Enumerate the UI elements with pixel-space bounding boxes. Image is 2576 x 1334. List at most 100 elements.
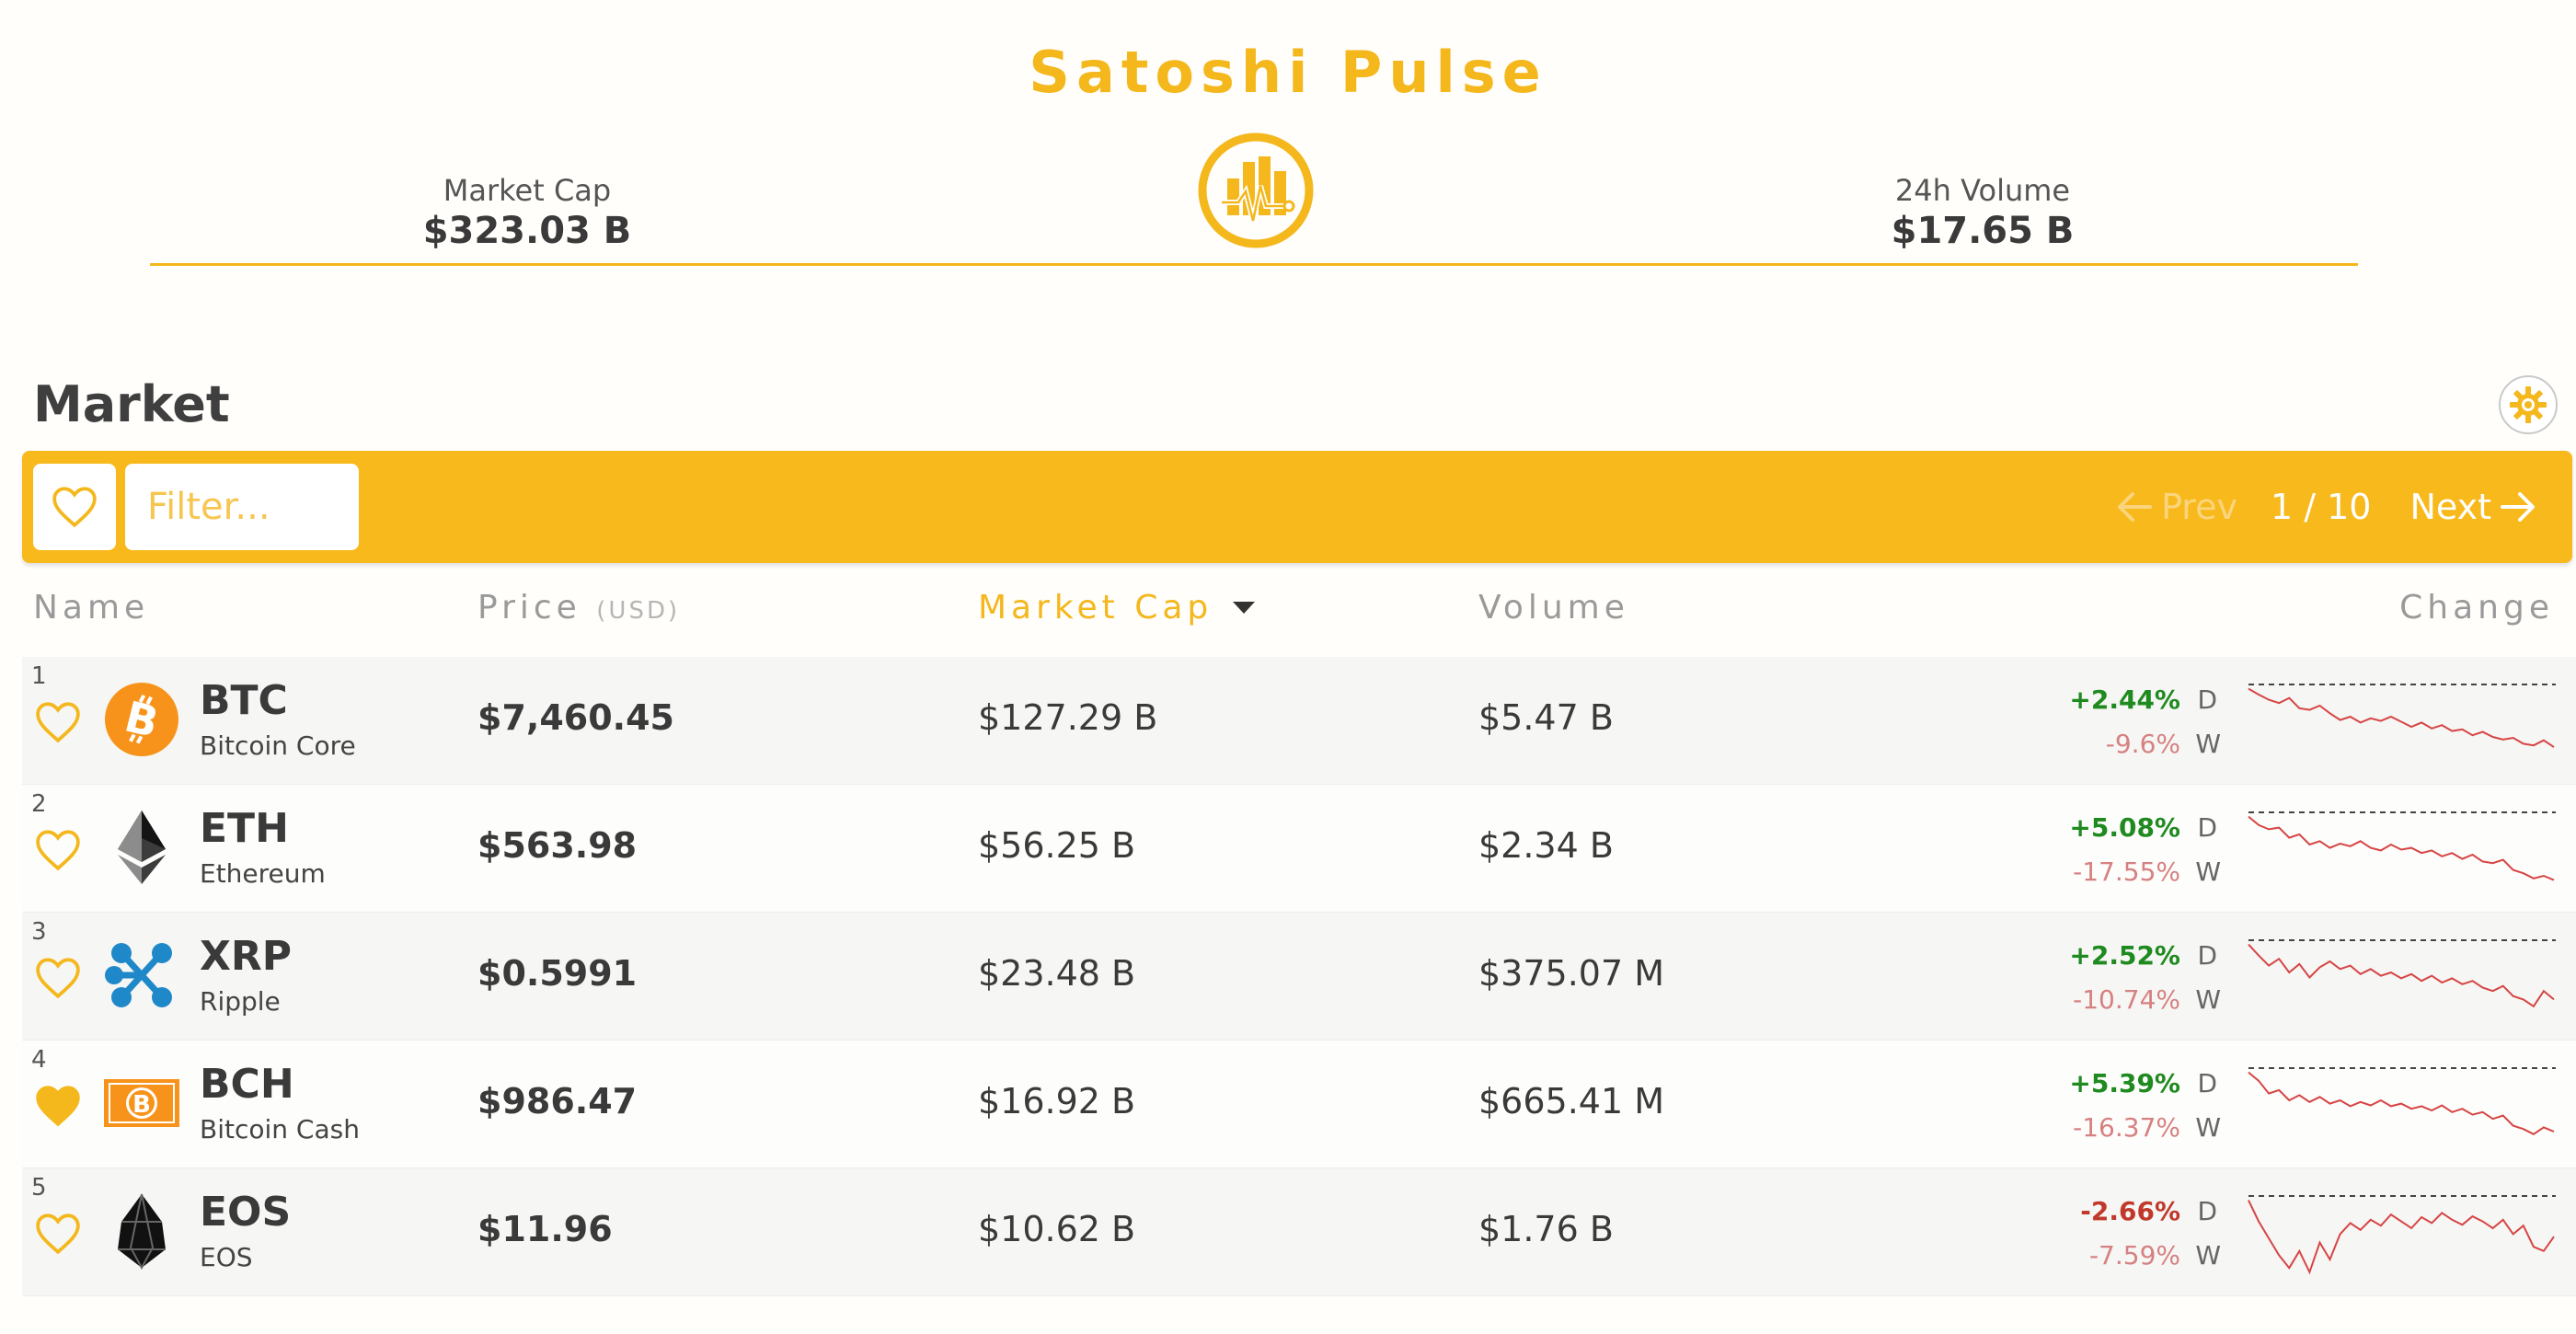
sparkline-series bbox=[2248, 1200, 2555, 1275]
svg-text:B: B bbox=[132, 1091, 151, 1119]
coin-price: $563.98 bbox=[477, 825, 638, 866]
change-week: -7.59% bbox=[2088, 1240, 2180, 1271]
arrow-right-icon bbox=[2501, 492, 2535, 522]
favorites-filter-button[interactable] bbox=[33, 464, 116, 550]
change-day: -2.66% bbox=[2080, 1196, 2180, 1226]
price-header-label: Price bbox=[477, 589, 581, 627]
next-page-button[interactable]: Next bbox=[2409, 487, 2545, 527]
bitcoin-cash-icon: B bbox=[103, 1064, 180, 1142]
price-unit-label: (USD) bbox=[596, 597, 681, 625]
arrow-left-icon bbox=[2118, 492, 2153, 522]
sparkline-chart bbox=[2248, 939, 2556, 1008]
table-row[interactable]: 5 EOS EOS $11.96 $10.62 B $1.76 B -2.66%… bbox=[22, 1168, 2576, 1296]
heart-outline-icon[interactable] bbox=[35, 827, 81, 873]
sparkline-series bbox=[2248, 943, 2555, 1008]
coin-volume: $665.41 M bbox=[1478, 1081, 1665, 1121]
sparkline-chart bbox=[2248, 1067, 2556, 1135]
market-toolbar: Prev 1 / 10 Next bbox=[22, 451, 2572, 563]
coin-symbol: XRP bbox=[200, 933, 293, 980]
next-label: Next bbox=[2409, 487, 2491, 527]
rank: 3 bbox=[31, 918, 47, 946]
coin-name: Bitcoin Cash bbox=[200, 1114, 360, 1144]
rank: 4 bbox=[31, 1046, 47, 1074]
filter-input[interactable] bbox=[125, 464, 359, 550]
coin-market-cap: $56.25 B bbox=[978, 825, 1136, 866]
coin-market-cap: $16.92 B bbox=[978, 1081, 1136, 1121]
column-header-name[interactable]: Name bbox=[33, 589, 149, 627]
settings-button[interactable] bbox=[2499, 375, 2558, 434]
column-header-market-cap[interactable]: Market Cap bbox=[978, 589, 1256, 627]
change-day-label: D bbox=[2197, 940, 2217, 971]
column-header-change[interactable]: Change bbox=[2399, 589, 2554, 627]
coin-name: Ripple bbox=[200, 986, 281, 1017]
rank: 5 bbox=[31, 1174, 47, 1202]
change-day-label: D bbox=[2197, 812, 2217, 843]
heart-outline-icon[interactable] bbox=[35, 955, 81, 1001]
eos-icon bbox=[103, 1192, 180, 1270]
coin-symbol: EOS bbox=[200, 1189, 292, 1236]
change-week-label: W bbox=[2195, 729, 2221, 759]
sparkline-chart bbox=[2248, 684, 2556, 748]
change-day-label: D bbox=[2197, 1068, 2217, 1098]
market-cap-stat: Market Cap $323.03 B bbox=[297, 173, 757, 252]
coin-market-cap: $23.48 B bbox=[978, 953, 1136, 994]
sort-desc-icon bbox=[1233, 602, 1256, 614]
column-header-price[interactable]: Price (USD) bbox=[477, 589, 680, 627]
prev-label: Prev bbox=[2161, 487, 2237, 527]
market-cap-value: $323.03 B bbox=[422, 210, 632, 252]
heart-outline-icon[interactable] bbox=[35, 699, 81, 745]
change-week: -17.55% bbox=[2073, 857, 2180, 887]
change-week-label: W bbox=[2195, 1112, 2221, 1143]
heart-outline-icon[interactable] bbox=[35, 1211, 81, 1257]
change-day-label: D bbox=[2197, 1196, 2217, 1226]
change-week-label: W bbox=[2195, 984, 2221, 1015]
app-logo-icon bbox=[1198, 132, 1314, 248]
header-divider bbox=[150, 263, 2358, 266]
sparkline-series bbox=[2248, 815, 2555, 881]
coin-volume: $375.07 M bbox=[1478, 953, 1665, 994]
coin-volume: $1.76 B bbox=[1478, 1209, 1614, 1249]
change-day: +2.52% bbox=[2069, 940, 2180, 971]
coin-name: Ethereum bbox=[200, 858, 326, 889]
ripple-icon bbox=[103, 937, 180, 1014]
change-week: -9.6% bbox=[2105, 729, 2180, 759]
change-day: +5.39% bbox=[2069, 1068, 2180, 1098]
prev-page-button[interactable]: Prev bbox=[2108, 487, 2237, 527]
volume-value: $17.65 B bbox=[1891, 210, 2075, 252]
coin-symbol: ETH bbox=[200, 805, 289, 852]
market-title: Market bbox=[33, 375, 230, 433]
table-row[interactable]: 3 XRP Ripple $0.5991 $23.48 B $375.07 M … bbox=[22, 913, 2576, 1041]
coin-symbol: BTC bbox=[200, 677, 288, 724]
sparkline-series bbox=[2248, 1071, 2555, 1135]
coin-market-cap: $127.29 B bbox=[978, 697, 1158, 738]
rank: 2 bbox=[31, 790, 47, 818]
table-row[interactable]: 4 B BCH Bitcoin Cash $986.47 $16.92 B $6… bbox=[22, 1041, 2576, 1168]
change-day: +5.08% bbox=[2069, 812, 2180, 843]
column-header-volume[interactable]: Volume bbox=[1478, 589, 1629, 627]
coin-symbol: BCH bbox=[200, 1061, 294, 1108]
market-cap-header-label: Market Cap bbox=[978, 589, 1213, 627]
change-day: +2.44% bbox=[2069, 684, 2180, 715]
app-title: Satoshi Pulse bbox=[1029, 39, 1547, 106]
sparkline-chart bbox=[2248, 1195, 2556, 1275]
change-week-label: W bbox=[2195, 857, 2221, 887]
heart-outline-icon bbox=[52, 487, 97, 528]
coin-name: Bitcoin Core bbox=[200, 730, 356, 761]
coin-table: 1 B BTC Bitcoin Core $7,460.45 $127.29 B… bbox=[22, 657, 2576, 1296]
coin-volume: $5.47 B bbox=[1478, 697, 1614, 738]
change-week: -10.74% bbox=[2073, 984, 2180, 1015]
ethereum-icon bbox=[103, 809, 180, 886]
table-row[interactable]: 2 ETH Ethereum $563.98 $56.25 B $2.34 B … bbox=[22, 785, 2576, 913]
bitcoin-icon: B bbox=[103, 681, 180, 758]
heart-filled-icon[interactable] bbox=[35, 1083, 81, 1129]
change-week-label: W bbox=[2195, 1240, 2221, 1271]
change-week: -16.37% bbox=[2073, 1112, 2180, 1143]
coin-price: $7,460.45 bbox=[477, 697, 674, 738]
rank: 1 bbox=[31, 662, 47, 690]
coin-market-cap: $10.62 B bbox=[978, 1209, 1136, 1249]
page-indicator: 1 / 10 bbox=[2270, 487, 2372, 527]
pagination: Prev 1 / 10 Next bbox=[2108, 451, 2545, 563]
table-row[interactable]: 1 B BTC Bitcoin Core $7,460.45 $127.29 B… bbox=[22, 657, 2576, 785]
sparkline-chart bbox=[2248, 811, 2556, 881]
coin-price: $986.47 bbox=[477, 1081, 638, 1121]
